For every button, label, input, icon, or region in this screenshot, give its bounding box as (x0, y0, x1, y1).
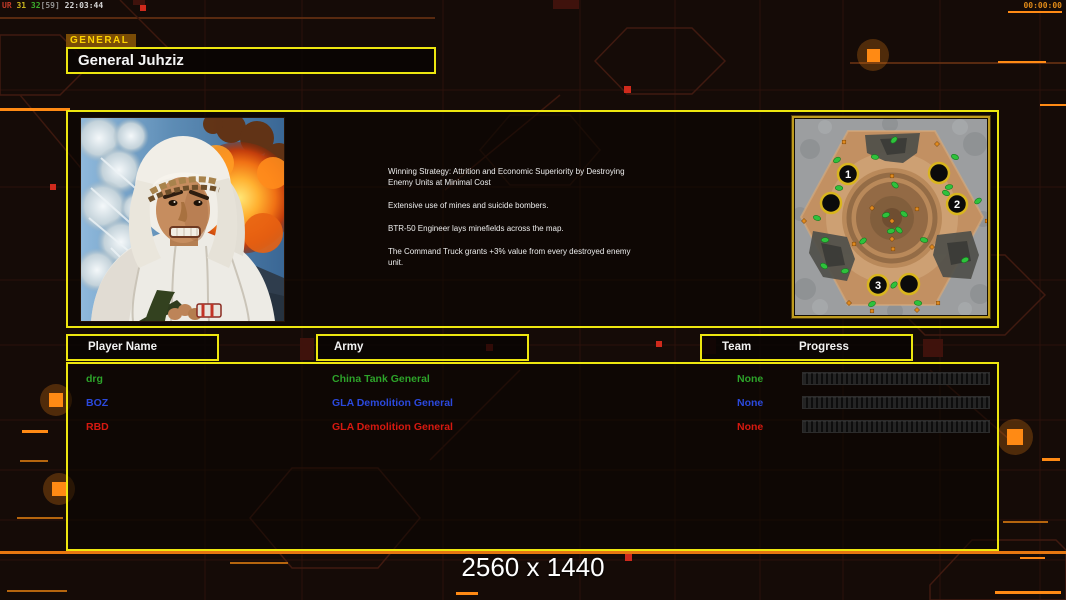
player-row: BOZ GLA Demolition General None (68, 392, 997, 416)
map-supply-marker (869, 308, 875, 314)
map-start-position-number: 1 (845, 169, 851, 181)
map-start-position (927, 161, 951, 185)
general-name-box: General Juhziz (66, 47, 436, 74)
resolution-watermark: 2560 x 1440 (461, 552, 605, 582)
map-start-position-number: 2 (954, 199, 960, 211)
map-supply-marker (841, 139, 847, 145)
map-supply-marker (935, 300, 941, 306)
player-army: GLA Demolition General (332, 397, 453, 409)
strategy-text: Winning Strategy: Attrition and Economic… (388, 166, 706, 280)
player-name: drg (86, 373, 103, 385)
player-team: None (737, 421, 764, 433)
match-timer: 00:00:00 (1023, 1, 1062, 10)
general-name: General Juhziz (78, 52, 184, 69)
loading-screen: UR 31 32[59] 22:03:44 00:00:00 GENERAL G… (0, 0, 1066, 600)
strategy-paragraph: Extensive use of mines and suicide bombe… (388, 201, 549, 210)
map-start-position (819, 191, 843, 215)
debug-overlay-segment: 32 (26, 1, 41, 10)
map-preview-art: 1 2 3 (795, 119, 987, 315)
map-start-position-number: 3 (875, 280, 881, 292)
player-progress-bar (802, 396, 990, 409)
player-name: BOZ (86, 397, 109, 409)
strategy-paragraph: The Command Truck grants +3% value from … (388, 247, 631, 267)
player-army: GLA Demolition General (332, 421, 453, 433)
player-name-header: Player Name (66, 334, 219, 361)
map-supply-marker (890, 246, 896, 252)
map-resource-dot (820, 237, 830, 243)
debug-overlay-segment: [59] (40, 1, 60, 10)
map-start-position (897, 272, 921, 296)
player-name: RBD (86, 421, 109, 433)
strategy-paragraph: Winning Strategy: Attrition and Economic… (388, 167, 625, 187)
debug-overlay: UR 31 32[59] 22:03:44 (2, 1, 103, 10)
map-resource-dot (834, 185, 844, 191)
debug-overlay-segment: 22:03:44 (59, 1, 104, 10)
map-supply-marker (914, 206, 920, 212)
map-supply-marker (851, 241, 857, 247)
player-team: None (737, 373, 764, 385)
player-row: RBD GLA Demolition General None (68, 416, 997, 440)
general-portrait-art (81, 118, 284, 321)
player-team: None (737, 397, 764, 409)
players-panel: drg China Tank General None BOZ GLA Demo… (66, 362, 999, 551)
debug-overlay-segment: 31 (11, 1, 27, 10)
army-header-label: Army (334, 341, 364, 353)
team-header-label: Team (722, 341, 752, 353)
map-supply-marker (889, 173, 895, 179)
general-portrait (80, 117, 285, 322)
player-progress-bar (802, 372, 990, 385)
army-header: Army (316, 334, 529, 361)
player-row: drg China Tank General None (68, 368, 997, 392)
player-army: China Tank General (332, 373, 430, 385)
map-preview: 1 2 3 (791, 115, 991, 319)
progress-header-label: Progress (799, 341, 849, 353)
general-tab-label: GENERAL (66, 34, 137, 47)
map-supply-marker (984, 218, 987, 224)
debug-overlay-segment: UR (2, 1, 12, 10)
player-name-header-label: Player Name (88, 341, 158, 353)
strategy-paragraph: BTR-50 Engineer lays minefields across t… (388, 224, 564, 233)
player-progress-bar (802, 420, 990, 433)
team-progress-header: Team Progress (700, 334, 913, 361)
